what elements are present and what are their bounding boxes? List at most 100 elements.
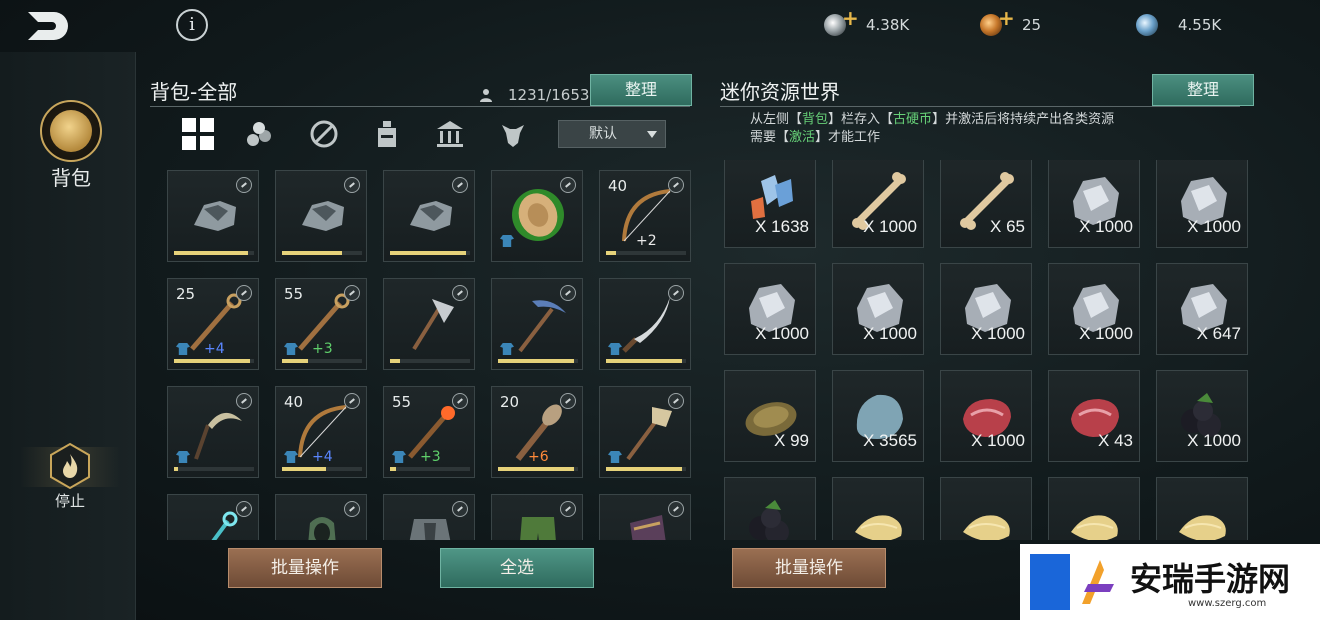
divider	[720, 106, 1240, 107]
link-icon	[344, 177, 360, 193]
description-line-2: 需要【激活】才能工作	[750, 129, 1114, 147]
resource-fiber-icon	[1179, 515, 1226, 540]
left-sort-button[interactable]: 整理	[590, 74, 692, 106]
bag-item-slot[interactable]: 40 +4	[275, 386, 367, 478]
resource-slot[interactable]: X 1000	[1048, 160, 1140, 248]
chevron-down-icon	[647, 131, 657, 138]
desc-text: 】才能工作	[815, 130, 881, 145]
resource-quantity: X 1000	[1079, 324, 1133, 343]
bag-item-slot[interactable]	[491, 278, 583, 370]
bag-item-slot[interactable]	[275, 494, 367, 540]
bag-item-slot[interactable]	[383, 494, 475, 540]
resource-slot[interactable]: X 99	[724, 370, 816, 462]
resource-quantity: X 1638	[755, 217, 809, 236]
resource-slot[interactable]: X 1000	[940, 370, 1032, 462]
divider	[150, 106, 690, 107]
currency-silver[interactable]: + 4.38K	[824, 6, 909, 40]
item-blade-icon	[622, 297, 670, 353]
bag-item-slot[interactable]: 20 +6	[491, 386, 583, 478]
resource-slot[interactable]	[1048, 477, 1140, 540]
item-coin-green-icon	[512, 189, 564, 241]
resource-slot[interactable]: X 647	[1156, 263, 1248, 355]
orb-icon	[1136, 14, 1158, 36]
creature-icon[interactable]	[493, 114, 533, 154]
bag-item-slot[interactable]: 55 +3	[275, 278, 367, 370]
left-batch-button[interactable]: 批量操作	[228, 548, 382, 588]
fire-hexagon-icon[interactable]	[48, 442, 92, 490]
item-level: 40	[284, 393, 304, 411]
bag-tab[interactable]	[40, 100, 102, 162]
resource-slot[interactable]: X 1000	[940, 263, 1032, 355]
desc-text: 】并激活后将持续产出各类资源	[932, 112, 1115, 127]
back-arrow-icon[interactable]	[24, 8, 68, 44]
item-level: 55	[392, 393, 412, 411]
bag-item-slot[interactable]: 25 +4	[167, 278, 259, 370]
item-level: 20	[500, 393, 520, 411]
bag-item-slot[interactable]: 40 +2	[599, 170, 691, 262]
resource-slot[interactable]: X 43	[1048, 370, 1140, 462]
wood-logs-icon[interactable]	[241, 114, 281, 154]
potion-icon[interactable]	[367, 114, 407, 154]
bag-item-slot[interactable]	[275, 170, 367, 262]
bag-item-slot[interactable]	[167, 386, 259, 478]
right-batch-button[interactable]: 批量操作	[732, 548, 886, 588]
link-icon	[560, 393, 576, 409]
resource-slot[interactable]: X 1000	[1048, 263, 1140, 355]
resource-slot[interactable]: X 65	[940, 160, 1032, 248]
bag-item-slot[interactable]	[491, 494, 583, 540]
all-grid-icon[interactable]	[178, 114, 218, 154]
currency-bronze[interactable]: + 25	[980, 6, 1041, 40]
resource-slot[interactable]: X 1000	[832, 263, 924, 355]
resource-quantity: X 1000	[755, 324, 809, 343]
info-button[interactable]: i	[176, 9, 208, 41]
resource-slot[interactable]	[832, 477, 924, 540]
bag-item-slot[interactable]	[599, 386, 691, 478]
resource-quantity: X 1000	[1187, 217, 1241, 236]
resource-grid: X 1638 X 1000 X 65 X 1000 X 1000 X 1000 X 1000…	[720, 160, 1260, 540]
bag-item-slot[interactable]	[383, 278, 475, 370]
resource-slot[interactable]	[940, 477, 1032, 540]
link-icon	[236, 177, 252, 193]
bag-item-slot[interactable]	[383, 170, 475, 262]
item-enhance-level: +4	[312, 449, 333, 465]
bag-item-slot[interactable]	[599, 278, 691, 370]
weapon-crossed-icon[interactable]	[304, 114, 344, 154]
bag-title: 背包-全部	[150, 80, 238, 104]
bronze-coin-icon: +	[980, 6, 1015, 36]
resource-slot[interactable]: X 1000	[724, 263, 816, 355]
resource-slot[interactable]: X 1638	[724, 160, 816, 248]
building-icon[interactable]	[430, 114, 470, 154]
select-all-button[interactable]: 全选	[440, 548, 594, 588]
item-armor-dark-icon	[409, 519, 451, 540]
resource-slot[interactable]: X 1000	[832, 160, 924, 248]
item-level: 40	[608, 177, 628, 195]
right-sort-button[interactable]: 整理	[1152, 74, 1254, 106]
item-enhance-level: +2	[636, 233, 657, 249]
bag-item-slot[interactable]	[491, 170, 583, 262]
resource-slot[interactable]: X 1000	[1156, 370, 1248, 462]
resource-quantity: X 1000	[1187, 431, 1241, 450]
desc-text: 需要【	[750, 130, 790, 145]
bag-item-slot[interactable]	[167, 170, 259, 262]
resource-description: 从左侧【背包】栏存入【古硬币】并激活后将持续产出各类资源 需要【激活】才能工作	[750, 111, 1114, 147]
watermark: 安瑞手游网 www.szerg.com	[1020, 544, 1320, 620]
resource-slot[interactable]: X 1000	[1156, 160, 1248, 248]
sort-dropdown[interactable]: 默认	[558, 120, 666, 148]
resource-berry-icon	[749, 500, 789, 540]
resource-quantity: X 65	[990, 217, 1025, 236]
durability-bar	[174, 359, 254, 363]
item-enhance-level: +3	[312, 341, 333, 357]
resource-slot[interactable]: X 3565	[832, 370, 924, 462]
durability-bar	[390, 467, 470, 471]
desc-text: 】栏存入【	[828, 112, 894, 127]
bag-item-slot[interactable]	[599, 494, 691, 540]
resource-slot[interactable]	[1156, 477, 1248, 540]
link-icon	[452, 393, 468, 409]
link-icon	[668, 501, 684, 517]
link-icon	[668, 393, 684, 409]
resource-slot[interactable]	[724, 477, 816, 540]
item-level: 25	[176, 285, 196, 303]
bag-item-slot[interactable]: 55 +3	[383, 386, 475, 478]
bag-item-slot[interactable]	[167, 494, 259, 540]
resource-quantity: X 1000	[971, 431, 1025, 450]
